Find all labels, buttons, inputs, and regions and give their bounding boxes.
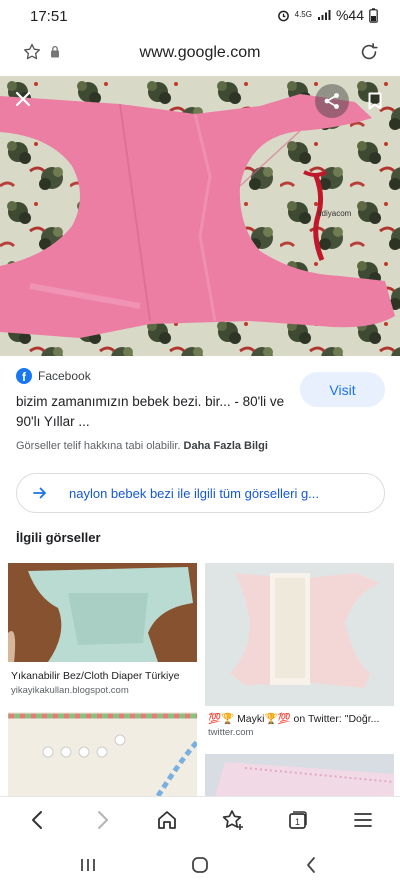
share-icon: [324, 93, 339, 109]
related-image-domain: yikayikakullan.blogspot.com: [11, 685, 129, 696]
forward-button[interactable]: [90, 807, 116, 833]
alarm-icon: [277, 10, 289, 21]
related-image-card[interactable]: 💯🏆 Mayki🏆💯 on Twitter: "Doğr... twitter.…: [205, 563, 394, 743]
back-icon: [32, 811, 42, 829]
related-image-card[interactable]: [205, 754, 394, 796]
url-field[interactable]: www.google.com: [0, 44, 400, 62]
bookmark-icon: [368, 92, 382, 110]
system-home-button[interactable]: [189, 854, 211, 876]
more-info-link[interactable]: Daha Fazla Bilgi: [184, 440, 268, 452]
hero-image[interactable]: lidiyacom: [0, 76, 400, 356]
tabs-button[interactable]: 1: [285, 807, 311, 833]
status-bar: 17:51 4.5G %44: [0, 0, 400, 32]
system-nav-bar: [0, 842, 400, 888]
source-row[interactable]: f Facebook: [16, 368, 91, 384]
arrow-right-icon: [33, 487, 46, 499]
home-button[interactable]: [154, 807, 180, 833]
result-title[interactable]: bizim zamanımızın bebek bezi. bir... - 8…: [16, 392, 286, 432]
bookmarks-button[interactable]: [220, 807, 246, 833]
battery-icon: [369, 7, 378, 23]
related-image: [8, 563, 197, 662]
close-button[interactable]: [6, 82, 40, 116]
copyright-note: Görseller telif hakkına tabi olabilir. D…: [16, 440, 268, 452]
related-image: [8, 712, 197, 796]
visit-button[interactable]: Visit: [300, 372, 385, 407]
tab-count: 1: [295, 817, 300, 827]
status-indicators: 4.5G %44: [277, 7, 378, 23]
related-search-label: naylon bebek bezi ile ilgili tüm görsell…: [69, 485, 320, 501]
close-icon: [15, 91, 31, 107]
related-image-caption: Yıkanabilir Bez/Cloth Diaper Türkiye: [11, 670, 180, 682]
facebook-icon: f: [16, 368, 32, 384]
related-image-domain: twitter.com: [208, 727, 254, 738]
menu-button[interactable]: [350, 807, 376, 833]
back-button[interactable]: [24, 807, 50, 833]
star-add-icon: [222, 810, 243, 830]
related-image: [205, 563, 394, 706]
system-back-button[interactable]: [300, 854, 322, 876]
related-images-heading: İlgili görseller: [16, 530, 101, 545]
tabs-icon: 1: [289, 811, 307, 829]
battery-percent: %44: [335, 7, 364, 23]
recent-apps-icon: [81, 859, 95, 871]
source-name: Facebook: [38, 369, 91, 383]
address-bar: www.google.com: [0, 32, 400, 76]
browser-bottom-nav: 1: [0, 796, 400, 842]
related-search-button[interactable]: naylon bebek bezi ile ilgili tüm görsell…: [16, 473, 385, 513]
system-back-icon: [307, 857, 315, 873]
related-image-card[interactable]: Yıkanabilir Bez/Cloth Diaper Türkiye yik…: [8, 563, 197, 703]
status-time: 17:51: [30, 8, 68, 25]
bookmark-button[interactable]: [358, 84, 392, 118]
watermark-text: lidiyacom: [318, 209, 352, 218]
related-image-card[interactable]: [8, 712, 197, 796]
menu-icon: [354, 813, 372, 827]
network-type: 4.5G: [294, 10, 312, 19]
system-home-icon: [192, 857, 208, 873]
forward-icon: [98, 811, 108, 829]
related-image: [205, 754, 394, 796]
reload-icon[interactable]: [358, 41, 380, 68]
related-image-caption: 💯🏆 Mayki🏆💯 on Twitter: "Doğr...: [208, 713, 380, 725]
hero-photo: lidiyacom: [0, 76, 400, 356]
home-icon: [158, 811, 176, 829]
copyright-text: Görseller telif hakkına tabi olabilir.: [16, 440, 181, 452]
share-button[interactable]: [315, 84, 349, 118]
signal-icon: [317, 10, 331, 20]
recent-apps-button[interactable]: [77, 854, 99, 876]
